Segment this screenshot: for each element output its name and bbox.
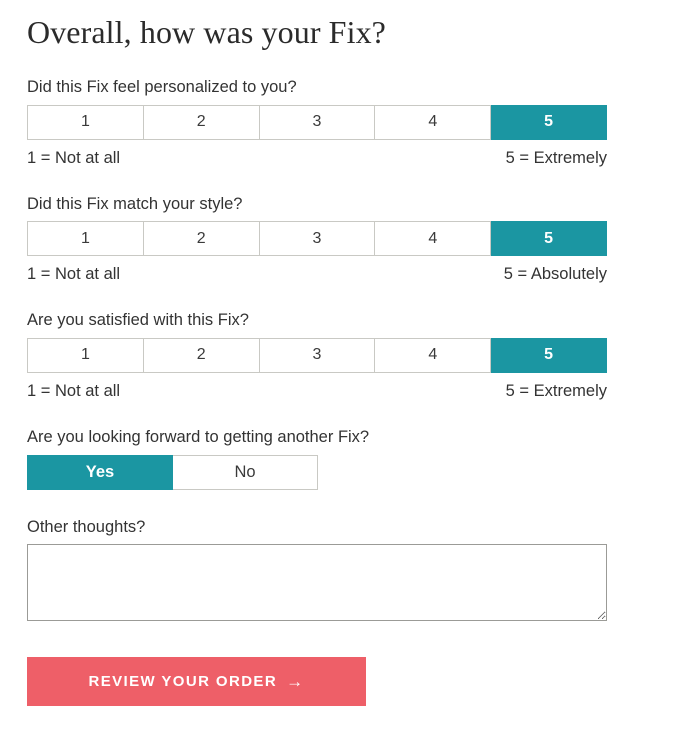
feedback-form-page: Overall, how was your Fix? Did this Fix … <box>0 0 699 746</box>
scale-anchors: 1 = Not at all 5 = Extremely <box>27 382 607 402</box>
scale-option-1[interactable]: 1 <box>27 337 144 373</box>
scale-option-4[interactable]: 4 <box>375 337 492 373</box>
anchor-low: 1 = Not at all <box>27 148 121 167</box>
no-option[interactable]: No <box>173 454 318 490</box>
yes-no-toggle: Yes No <box>27 454 318 490</box>
yes-option[interactable]: Yes <box>27 454 173 490</box>
scale-anchors: 1 = Not at all 5 = Extremely <box>27 149 607 169</box>
question-block-another-fix: Are you looking forward to getting anoth… <box>27 428 672 490</box>
page-title: Overall, how was your Fix? <box>27 14 386 50</box>
question-label: Did this Fix match your style? <box>27 194 243 213</box>
scale-option-3[interactable]: 3 <box>259 337 376 373</box>
question-block-personalized: Did this Fix feel personalized to you? 1… <box>27 78 672 169</box>
other-thoughts-block: Other thoughts? <box>27 518 672 622</box>
question-label: Are you looking forward to getting anoth… <box>27 427 370 446</box>
rating-scale: 1 2 3 4 5 <box>27 221 607 257</box>
scale-option-2[interactable]: 2 <box>143 221 260 257</box>
scale-anchors: 1 = Not at all 5 = Absolutely <box>27 265 607 285</box>
anchor-high: 5 = Extremely <box>505 381 607 400</box>
scale-option-1[interactable]: 1 <box>27 221 144 257</box>
submit-area: REVIEW YOUR ORDER → <box>27 657 672 707</box>
submit-button-label: REVIEW YOUR ORDER <box>88 673 278 691</box>
scale-option-2[interactable]: 2 <box>143 104 260 140</box>
anchor-low: 1 = Not at all <box>27 265 121 284</box>
scale-option-3[interactable]: 3 <box>259 104 376 140</box>
review-your-order-button[interactable]: REVIEW YOUR ORDER → <box>27 657 366 707</box>
scale-option-2[interactable]: 2 <box>143 337 260 373</box>
other-thoughts-label: Other thoughts? <box>27 517 146 536</box>
arrow-right-icon: → <box>286 672 305 692</box>
scale-option-5[interactable]: 5 <box>491 104 607 140</box>
rating-scale: 1 2 3 4 5 <box>27 337 607 373</box>
scale-option-5[interactable]: 5 <box>491 337 607 373</box>
question-label: Are you satisfied with this Fix? <box>27 311 249 330</box>
question-block-satisfaction: Are you satisfied with this Fix? 1 2 3 4… <box>27 311 672 402</box>
other-thoughts-input[interactable] <box>27 544 607 622</box>
scale-option-4[interactable]: 4 <box>375 221 492 257</box>
scale-option-4[interactable]: 4 <box>375 104 492 140</box>
anchor-high: 5 = Absolutely <box>503 265 607 284</box>
rating-scale: 1 2 3 4 5 <box>27 104 607 140</box>
anchor-high: 5 = Extremely <box>505 148 607 167</box>
question-label: Did this Fix feel personalized to you? <box>27 78 297 96</box>
scale-option-1[interactable]: 1 <box>27 104 144 140</box>
scale-option-3[interactable]: 3 <box>259 221 376 257</box>
scale-option-5[interactable]: 5 <box>491 221 607 257</box>
anchor-low: 1 = Not at all <box>27 381 121 400</box>
question-block-style-match: Did this Fix match your style? 1 2 3 4 5… <box>27 195 672 286</box>
